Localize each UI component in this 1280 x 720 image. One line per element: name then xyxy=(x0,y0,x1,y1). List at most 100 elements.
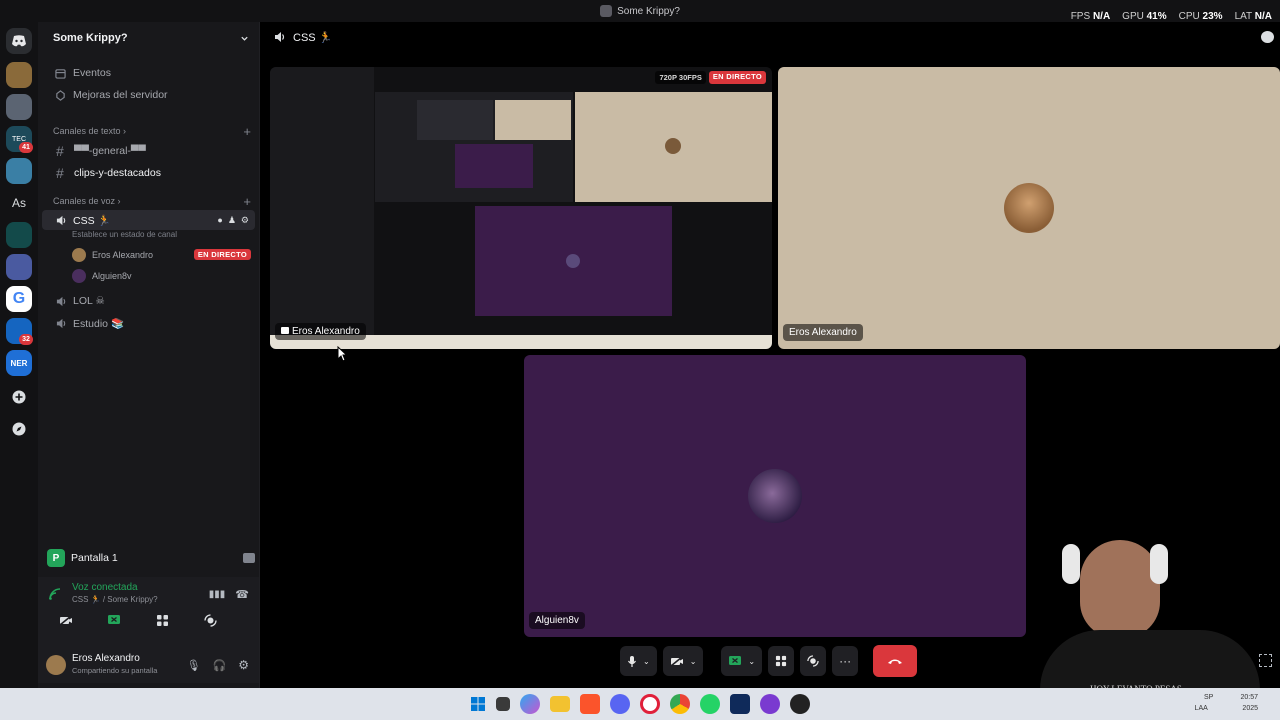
member-eros[interactable]: Eros Alexandro EN DIRECTO xyxy=(38,244,259,265)
activities-button[interactable] xyxy=(153,611,171,629)
screen-share-icon xyxy=(108,615,120,624)
chevron-down-icon[interactable]: ⌄ xyxy=(690,657,697,666)
headphones-icon[interactable]: 🎧 xyxy=(213,659,227,672)
member-alguien[interactable]: Alguien8v xyxy=(38,265,259,286)
channel-clips[interactable]: # clips-y-destacados xyxy=(42,162,255,184)
soundboard-button[interactable] xyxy=(800,646,827,676)
avatar xyxy=(72,247,86,262)
chat-bubble-icon[interactable] xyxy=(1261,31,1274,43)
server-icon-text[interactable]: As xyxy=(6,190,32,216)
category-voice[interactable]: Canales de voz › + xyxy=(38,192,259,210)
add-voice-channel-icon[interactable]: + xyxy=(243,194,251,209)
add-server-icon[interactable] xyxy=(6,384,32,410)
invite-icon[interactable]: ♟ xyxy=(228,215,236,226)
more-icon: ··· xyxy=(839,654,852,668)
hash-icon: # xyxy=(56,143,64,159)
camera-tile-eros[interactable]: Eros Alexandro xyxy=(778,67,1280,349)
title-bar: Some Krippy? FPS N/A GPU 41% CPU 23% LAT… xyxy=(0,0,1280,22)
voice-channel-css[interactable]: CSS 🏃 ● ♟ ⚙ xyxy=(42,210,255,230)
disconnect-button[interactable] xyxy=(873,645,917,677)
nav-events[interactable]: Eventos xyxy=(38,62,259,84)
discover-icon[interactable] xyxy=(6,416,32,442)
whatsapp-icon[interactable] xyxy=(700,694,720,714)
user-settings-icon[interactable]: ⚙ xyxy=(238,658,249,672)
brave-icon[interactable] xyxy=(580,694,600,714)
camera-button[interactable]: ⌄ xyxy=(662,646,704,676)
camera-off-button[interactable] xyxy=(57,611,75,629)
screen-share-button[interactable]: ⌄ xyxy=(721,646,763,676)
stop-share-icon[interactable] xyxy=(243,553,255,563)
speaker-icon xyxy=(56,215,66,225)
chat-icon[interactable]: ● xyxy=(217,215,222,226)
discord-home-icon[interactable] xyxy=(6,28,32,54)
avatar[interactable] xyxy=(46,655,66,675)
channel-status[interactable]: Establece un estado de canal xyxy=(38,230,259,244)
quality-badge: 720P 30FPS xyxy=(655,71,706,84)
screen-share-panel: P Pantalla 1 xyxy=(38,546,259,570)
soundboard-icon[interactable]: ▮▮▮ xyxy=(209,589,226,600)
screen-share-button[interactable] xyxy=(105,611,123,629)
more-options-button[interactable]: ··· xyxy=(832,646,859,676)
user-status: Compartiendo su pantalla xyxy=(72,666,158,675)
headset xyxy=(1150,544,1168,584)
screen-share-icon xyxy=(729,656,742,665)
signal-icon[interactable] xyxy=(48,587,62,601)
stage-header: CSS 🏃 xyxy=(262,22,1280,52)
clock-time[interactable]: 20:57 xyxy=(1240,694,1258,701)
server-icon-2[interactable] xyxy=(6,94,32,120)
app-icon[interactable] xyxy=(760,694,780,714)
avatar xyxy=(1004,183,1054,233)
server-rail: TEC 41 As G 32 NER xyxy=(0,22,38,688)
server-icon-4[interactable] xyxy=(6,158,32,184)
user-name[interactable]: Eros Alexandro xyxy=(72,653,157,665)
speaker-icon xyxy=(56,318,66,328)
nested-purple-tile xyxy=(475,206,672,316)
chrome-icon[interactable] xyxy=(670,694,690,714)
speaker-icon xyxy=(56,296,66,306)
clock-date[interactable]: 2025 xyxy=(1242,705,1258,712)
system-tray: SP 20:57 LAA 2025 xyxy=(1194,694,1258,712)
voice-channel-estudio[interactable]: Estudio 📚 xyxy=(42,312,255,334)
microphone-icon[interactable]: 🎙 xyxy=(187,659,201,672)
google-server-icon[interactable]: G xyxy=(6,286,32,312)
settings-icon[interactable]: ⚙ xyxy=(241,215,249,226)
voice-status[interactable]: Voz conectada xyxy=(72,582,158,594)
perf-overlay: FPS N/A GPU 41% CPU 23% LAT N/A xyxy=(1071,11,1272,22)
mute-button[interactable]: ⌄ xyxy=(620,646,657,676)
server-header[interactable]: Some Krippy? xyxy=(38,22,259,54)
stream-tile[interactable]: 720P 30FPS EN DIRECTO Eros Alexandro xyxy=(270,67,772,349)
opera-icon[interactable] xyxy=(640,694,660,714)
voice-channel-lol[interactable]: LOL ☠ xyxy=(42,290,255,312)
add-channel-icon[interactable]: + xyxy=(243,124,251,139)
server-icon-8[interactable]: NER xyxy=(6,350,32,376)
server-name: Some Krippy? xyxy=(53,32,128,44)
voice-location[interactable]: CSS 🏃 / Some Krippy? xyxy=(72,594,158,606)
copilot-icon[interactable] xyxy=(520,694,540,714)
server-icon xyxy=(600,5,613,17)
server-icon-1[interactable] xyxy=(6,62,32,88)
mention-badge: 41 xyxy=(19,142,33,153)
task-view-icon[interactable] xyxy=(496,697,510,711)
chevron-down-icon[interactable]: ⌄ xyxy=(748,657,755,666)
file-explorer-icon[interactable] xyxy=(550,696,570,712)
live-badge: EN DIRECTO xyxy=(708,71,766,84)
tile-label: Eros Alexandro xyxy=(783,324,863,341)
hang-up-icon xyxy=(888,659,902,664)
windows-start-icon[interactable] xyxy=(470,696,486,712)
nav-server-boost[interactable]: Mejoras del servidor xyxy=(38,84,259,106)
activities-button[interactable] xyxy=(768,646,795,676)
vscode-icon[interactable] xyxy=(730,694,750,714)
category-text[interactable]: Canales de texto › + xyxy=(38,122,259,140)
discord-icon[interactable] xyxy=(610,694,630,714)
disconnect-icon[interactable]: ☎ xyxy=(235,588,249,601)
microphone-icon xyxy=(628,655,636,667)
obs-icon[interactable] xyxy=(790,694,810,714)
channel-general[interactable]: # ▀▀-general-▀▀ xyxy=(42,140,255,162)
mouse-cursor-icon xyxy=(337,346,347,362)
camera-tile-alguien[interactable]: Alguien8v xyxy=(524,355,1026,637)
chevron-down-icon[interactable]: ⌄ xyxy=(643,657,650,666)
server-icon-6[interactable] xyxy=(6,254,32,280)
soundboard-button[interactable] xyxy=(201,611,219,629)
share-title: Pantalla 1 xyxy=(71,552,118,564)
server-icon-5[interactable] xyxy=(6,222,32,248)
